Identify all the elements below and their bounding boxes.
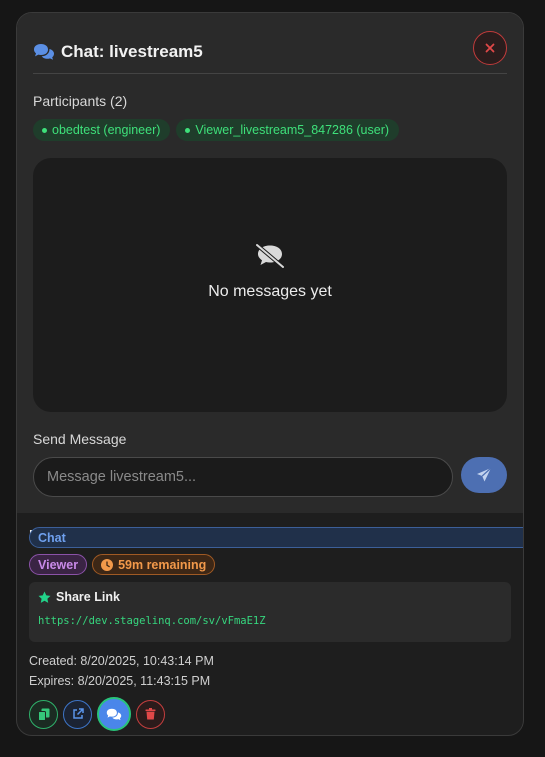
message-input[interactable]: [33, 457, 453, 497]
close-icon: [485, 43, 495, 53]
session-info: livestream5 Viewer Chat 59m remaining Sh…: [29, 527, 523, 731]
delete-button[interactable]: [136, 699, 165, 729]
participants-label: Participants (2): [33, 93, 128, 109]
session-card: Chat: livestream5 Participants (2) obedt…: [16, 12, 524, 736]
paper-plane-icon: [477, 467, 492, 482]
send-message-label: Send Message: [33, 431, 127, 447]
action-row: [29, 697, 513, 731]
chat-header: Chat: livestream5: [33, 31, 507, 73]
session-meta: Created: 8/20/2025, 10:43:14 PM Expires:…: [29, 651, 513, 691]
time-remaining-badge: 59m remaining: [92, 554, 216, 575]
chat-badge: Chat: [29, 527, 523, 548]
share-link-url[interactable]: https://dev.stagelinq.com/sv/vFmaE1Z: [38, 615, 502, 627]
share-link-title: Share Link: [38, 590, 502, 604]
star-icon: [38, 591, 51, 603]
chat-title: Chat: livestream5: [61, 42, 203, 61]
copy-button[interactable]: [29, 699, 58, 729]
share-link-box: Share Link https://dev.stagelinq.com/sv/…: [29, 582, 511, 642]
chat-panel: Chat: livestream5 Participants (2) obedt…: [17, 13, 523, 513]
online-dot-icon: [185, 127, 191, 133]
expires-timestamp: Expires: 8/20/2025, 11:43:15 PM: [29, 674, 211, 688]
viewer-badge: Viewer: [29, 554, 88, 575]
copy-icon: [37, 708, 49, 721]
chat-bubbles-icon: [106, 708, 122, 720]
open-link-button[interactable]: [63, 699, 92, 729]
open-chat-button[interactable]: [97, 697, 131, 731]
clock-icon: [101, 558, 114, 571]
send-button[interactable]: [461, 457, 507, 493]
online-dot-icon: [42, 127, 47, 133]
badge-row: Viewer Chat 59m remaining: [29, 527, 523, 575]
trash-icon: [145, 708, 156, 720]
chat-bubbles-icon: [34, 44, 54, 60]
message-slash-icon: [255, 243, 285, 269]
share-link-title-text: Share Link: [56, 590, 120, 604]
time-remaining-text: 59m remaining: [118, 557, 207, 572]
close-button[interactable]: [473, 31, 507, 65]
participants-list: obedtest (engineer) Viewer_livestream5_8…: [33, 119, 400, 141]
message-list: No messages yet: [33, 158, 507, 412]
participant-label: obedtest (engineer): [52, 123, 161, 137]
created-timestamp: Created: 8/20/2025, 10:43:14 PM: [29, 654, 214, 668]
external-link-icon: [72, 708, 84, 719]
participant-chip: Viewer_livestream5_847286 (user): [176, 119, 400, 141]
header-divider: [33, 73, 507, 74]
participant-chip: obedtest (engineer): [33, 119, 171, 141]
participant-label: Viewer_livestream5_847286 (user): [195, 123, 390, 137]
empty-state-text: No messages yet: [208, 283, 332, 300]
